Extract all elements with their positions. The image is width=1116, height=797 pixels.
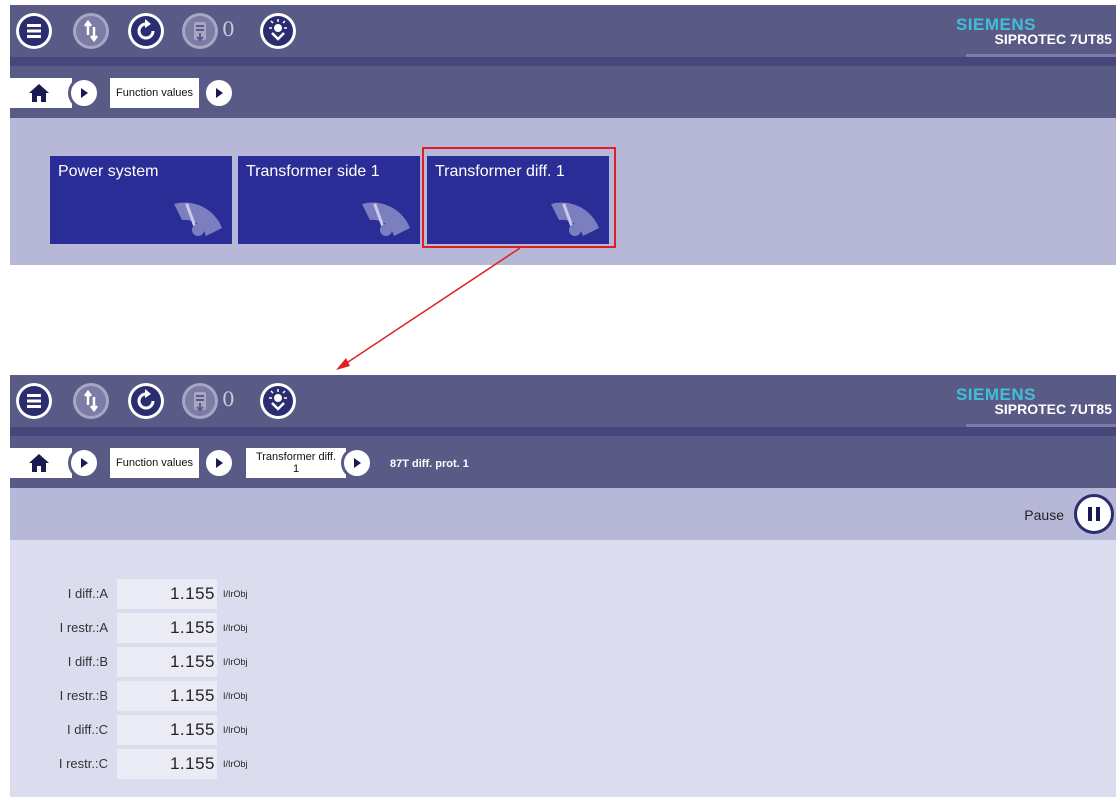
breadcrumb: Function values Transformer diff. 1 87T … [10,436,1116,488]
chevron-right-icon [81,88,88,98]
transfer-icon [76,386,106,416]
device-log-icon [185,16,215,46]
home-icon [29,84,49,102]
refresh-icon [131,386,161,416]
value-unit: I/IrObj [223,725,248,735]
toolbar-divider [10,427,1116,436]
value-label: I diff.:A [67,586,108,601]
value-field: 1.155 [117,715,217,745]
value-label: I restr.:A [59,620,108,635]
values-area: I diff.:A 1.155 I/IrObj I restr.:A 1.155… [10,540,1116,797]
toolbar-divider [10,57,1116,66]
led-reset-button[interactable] [260,383,296,419]
gauge-icon [174,202,222,236]
menu-icon [19,386,49,416]
tile-power-system[interactable]: Power system [50,156,232,244]
log-count: 0 [222,17,235,41]
value-label: I restr.:B [59,688,108,703]
value-unit: I/IrObj [223,759,248,769]
toolbar: 0 SIEMENS SIPROTEC 7UT85 [10,375,1116,428]
chevron-right-icon [354,458,361,468]
value-row: I diff.:A 1.155 I/IrObj [10,577,410,609]
chevron-right-icon [81,458,88,468]
pause-icon [1088,507,1100,521]
breadcrumb-line-1: Transformer diff. [255,451,337,463]
menu-button[interactable] [16,383,52,419]
menu-button[interactable] [16,13,52,49]
pause-bar: Pause [10,488,1116,540]
breadcrumb: Function values [10,66,1116,118]
breadcrumb-transformer-diff[interactable]: Transformer diff. 1 [246,448,346,478]
transfer-button[interactable] [73,13,109,49]
value-row: I diff.:B 1.155 I/IrObj [10,645,410,677]
led-reset-button[interactable] [260,13,296,49]
value-row: I restr.:B 1.155 I/IrObj [10,679,410,711]
refresh-button[interactable] [128,383,164,419]
value-label: I diff.:B [67,654,108,669]
value-field: 1.155 [117,613,217,643]
home-button[interactable] [10,78,72,108]
value-row: I restr.:C 1.155 I/IrObj [10,747,410,779]
device-log-button[interactable] [182,383,218,419]
value-unit: I/IrObj [223,589,248,599]
value-field: 1.155 [117,647,217,677]
bottom-view-panel: 0 SIEMENS SIPROTEC 7UT85 Function values… [10,375,1116,797]
home-button[interactable] [10,448,72,478]
toolbar: 0 SIEMENS SIPROTEC 7UT85 [10,5,1116,58]
refresh-icon [131,16,161,46]
tile-label: Power system [58,163,159,180]
led-reset-icon [263,386,293,416]
highlight-box [422,147,616,248]
home-icon [29,454,49,472]
value-field: 1.155 [117,579,217,609]
value-unit: I/IrObj [223,623,248,633]
gauge-icon [362,202,410,236]
tile-transformer-side-1[interactable]: Transformer side 1 [238,156,420,244]
breadcrumb-arrow[interactable] [341,447,373,479]
breadcrumb-arrow[interactable] [203,77,235,109]
led-reset-icon [263,16,293,46]
product-name: SIPROTEC 7UT85 [994,401,1112,417]
value-row: I restr.:A 1.155 I/IrObj [10,611,410,643]
product-name: SIPROTEC 7UT85 [994,31,1112,47]
transfer-icon [76,16,106,46]
pause-button[interactable] [1074,494,1114,534]
transfer-button[interactable] [73,383,109,419]
refresh-button[interactable] [128,13,164,49]
breadcrumb-arrow[interactable] [203,447,235,479]
chevron-right-icon [216,458,223,468]
breadcrumb-arrow[interactable] [68,447,100,479]
breadcrumb-line-2: 1 [292,463,300,475]
value-unit: I/IrObj [223,691,248,701]
breadcrumb-function-values[interactable]: Function values [110,78,200,108]
menu-icon [19,16,49,46]
value-unit: I/IrObj [223,657,248,667]
breadcrumb-function-values[interactable]: Function values [110,448,200,478]
value-label: I diff.:C [67,722,108,737]
breadcrumb-current: 87T diff. prot. 1 [390,458,469,470]
device-log-icon [185,386,215,416]
value-label: I restr.:C [58,756,108,771]
pause-label: Pause [1024,507,1064,523]
breadcrumb-arrow[interactable] [68,77,100,109]
value-field: 1.155 [117,749,217,779]
value-field: 1.155 [117,681,217,711]
top-view-panel: 0 SIEMENS SIPROTEC 7UT85 Function values… [10,5,1116,265]
device-log-button[interactable] [182,13,218,49]
chevron-right-icon [216,88,223,98]
log-count: 0 [222,387,235,411]
value-row: I diff.:C 1.155 I/IrObj [10,713,410,745]
tile-label: Transformer side 1 [246,163,380,180]
